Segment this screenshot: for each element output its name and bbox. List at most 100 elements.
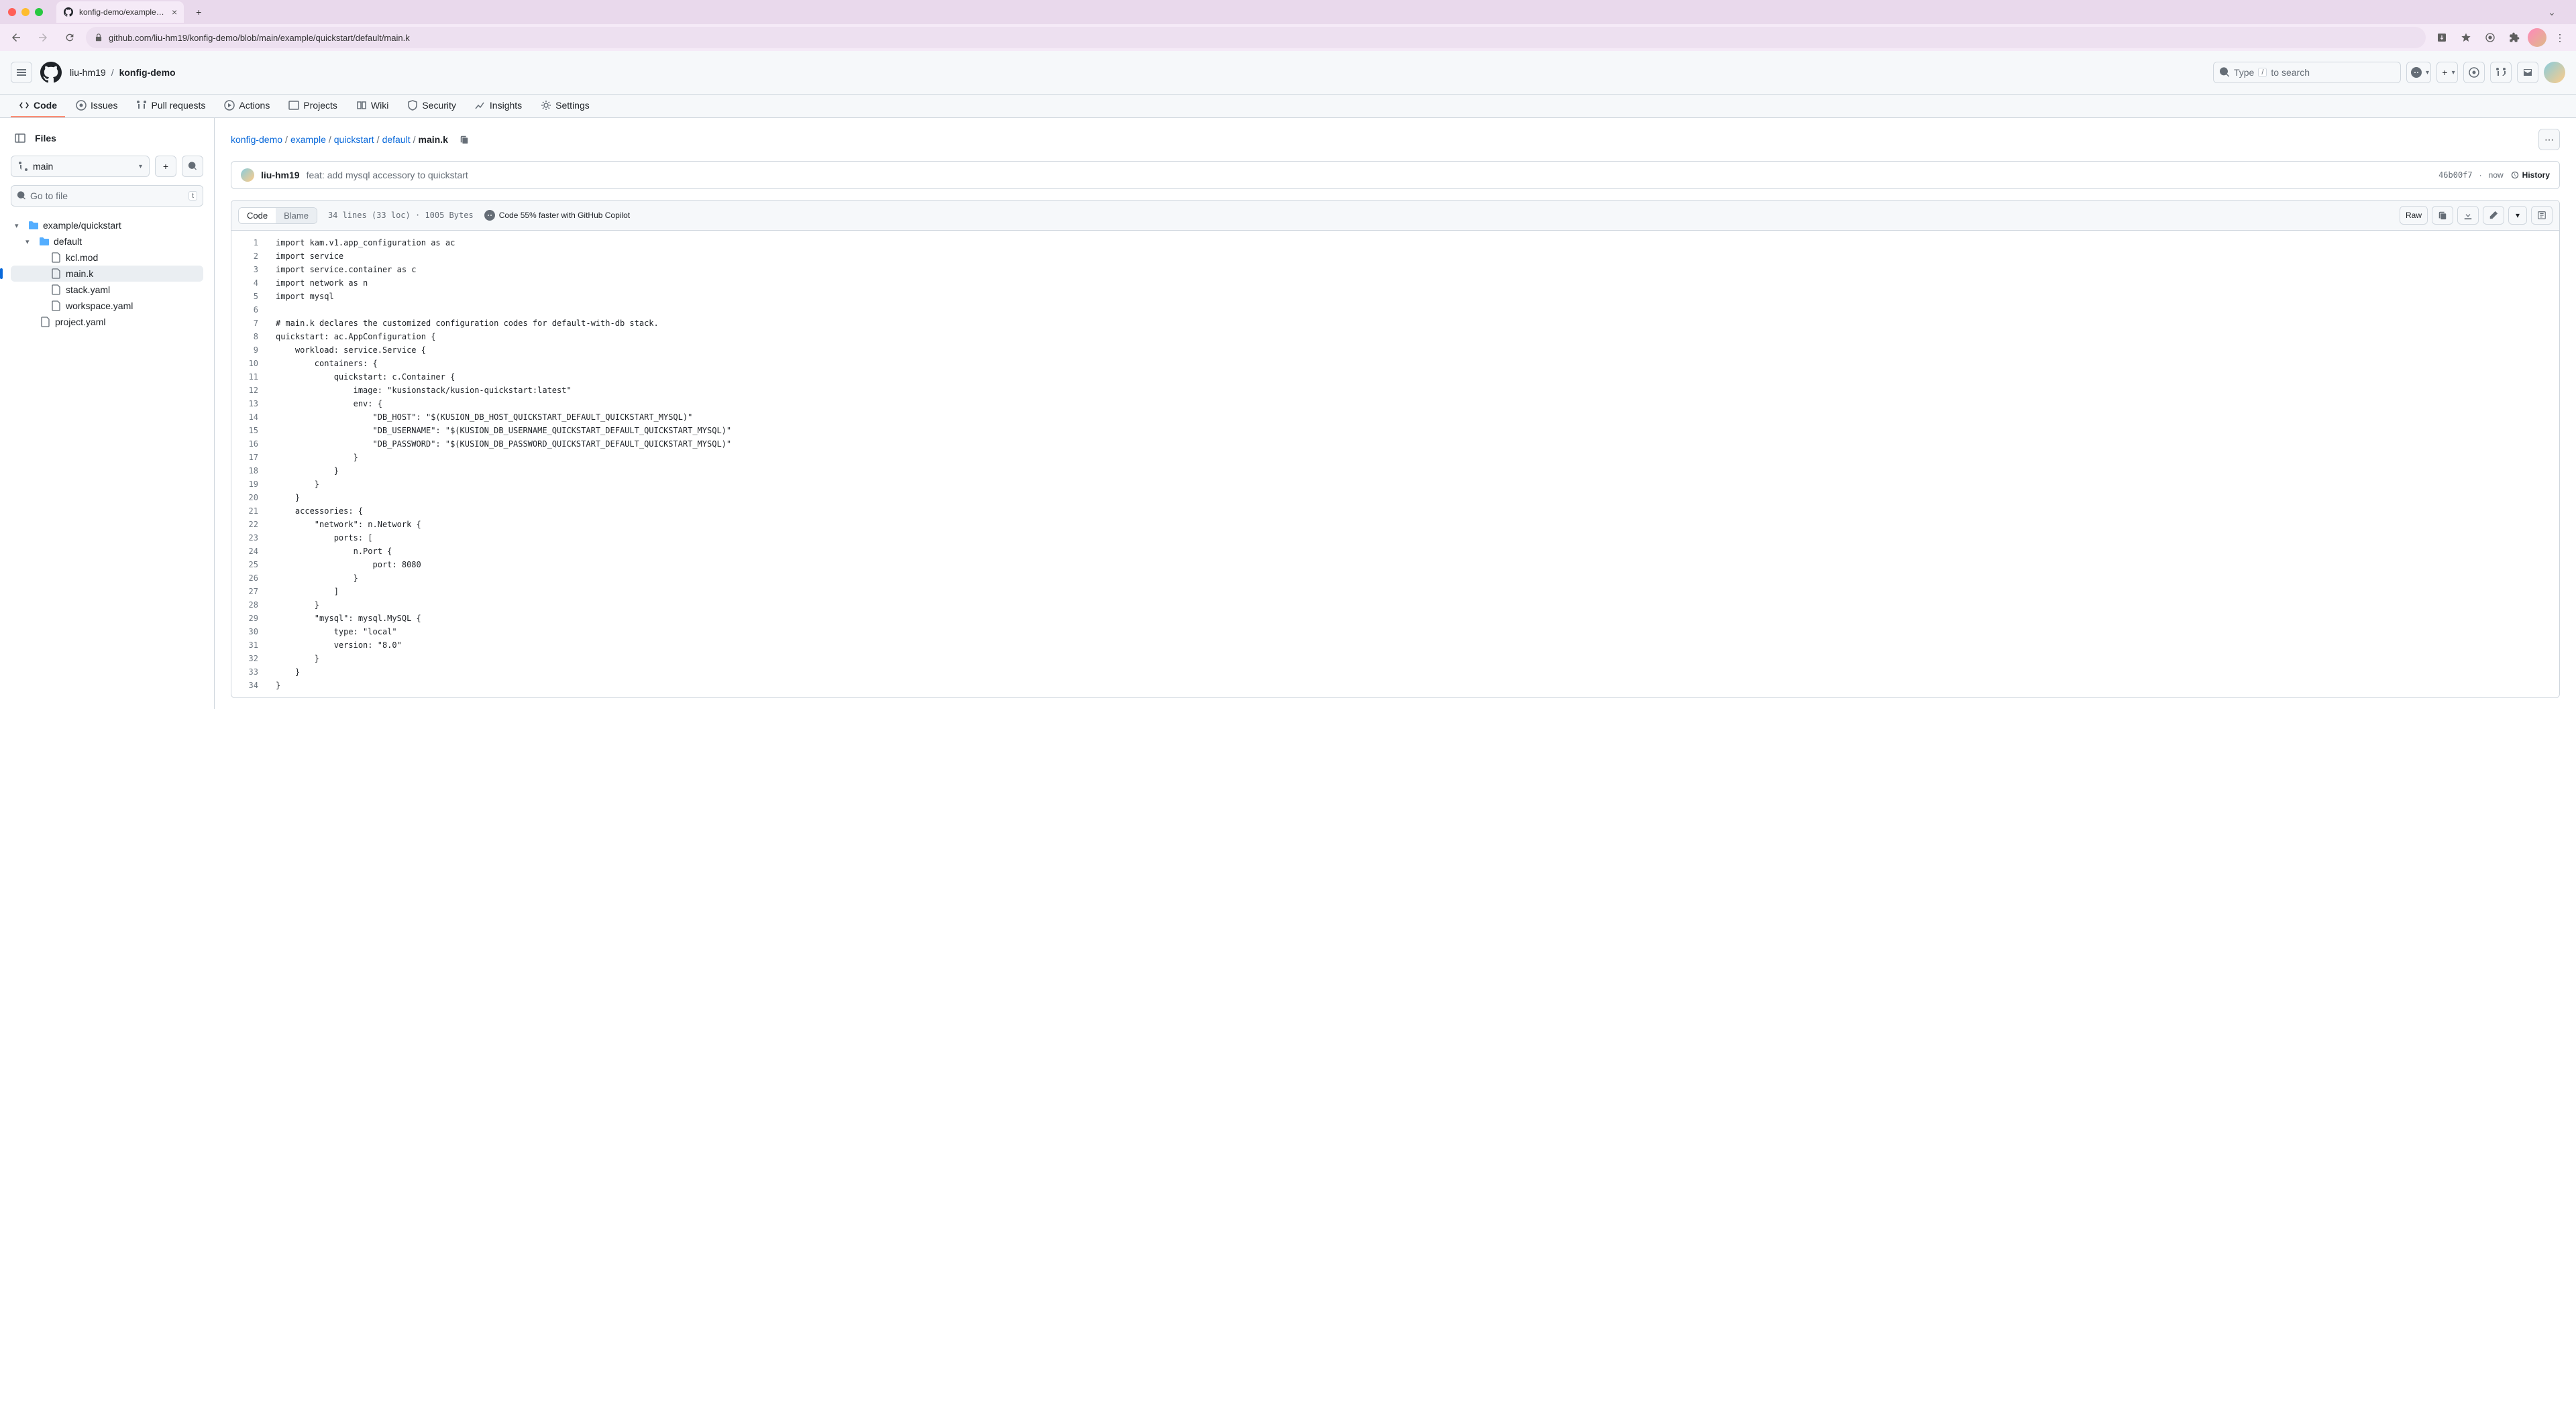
- window-close[interactable]: [8, 8, 16, 16]
- tab-close-icon[interactable]: ×: [172, 7, 177, 17]
- bookmark-icon[interactable]: [2455, 27, 2477, 48]
- path-crumb[interactable]: quickstart: [334, 134, 374, 145]
- file-tree-sidebar: Files main ▾ + Go to file t ▾ example/qu…: [0, 118, 215, 709]
- new-tab-button[interactable]: +: [189, 3, 208, 21]
- site-info-icon[interactable]: [94, 33, 103, 42]
- edit-dropdown[interactable]: ▾: [2508, 206, 2527, 225]
- tree-label: default: [54, 236, 82, 247]
- latest-commit-box: liu-hm19 feat: add mysql accessory to qu…: [231, 161, 2560, 189]
- file-icon: [40, 317, 51, 327]
- line-numbers: 1234567891011121314151617181920212223242…: [231, 231, 265, 697]
- add-button[interactable]: +▾: [2436, 62, 2458, 83]
- symbols-button[interactable]: [2531, 206, 2553, 225]
- url-bar[interactable]: github.com/liu-hm19/konfig-demo/blob/mai…: [86, 27, 2426, 48]
- tree-label: example/quickstart: [43, 220, 121, 231]
- browser-toolbar: github.com/liu-hm19/konfig-demo/blob/mai…: [0, 24, 2576, 51]
- path-crumb[interactable]: default: [382, 134, 411, 145]
- commit-sha[interactable]: 46b00f7: [2438, 170, 2473, 180]
- browser-tab[interactable]: konfig-demo/example/quickst ×: [56, 1, 184, 23]
- window-maximize[interactable]: [35, 8, 43, 16]
- sidebar-toggle-icon[interactable]: [11, 129, 30, 148]
- nav-actions[interactable]: Actions: [216, 95, 278, 117]
- blame-tab[interactable]: Blame: [276, 208, 317, 223]
- extensions-icon[interactable]: [2504, 27, 2525, 48]
- path-crumb[interactable]: konfig-demo: [231, 134, 282, 145]
- tab-title: konfig-demo/example/quickst: [79, 7, 166, 17]
- search-tree-button[interactable]: [182, 156, 203, 177]
- chevron-down-icon: ▾: [25, 237, 35, 246]
- folder-icon: [39, 236, 50, 247]
- user-avatar[interactable]: [2544, 62, 2565, 83]
- issues-button[interactable]: [2463, 62, 2485, 83]
- inbox-button[interactable]: [2517, 62, 2538, 83]
- folder-icon: [28, 220, 39, 231]
- path-crumb-current: main.k: [419, 134, 448, 145]
- chevron-down-icon: ▾: [15, 221, 24, 230]
- copilot-button[interactable]: ▾: [2406, 62, 2431, 83]
- copy-button[interactable]: [2432, 206, 2453, 225]
- repo-breadcrumb: liu-hm19 / konfig-demo: [70, 67, 176, 78]
- nav-pull-requests[interactable]: Pull requests: [128, 95, 213, 117]
- hamburger-menu[interactable]: [11, 62, 32, 83]
- repo-nav: Code Issues Pull requests Actions Projec…: [0, 95, 2576, 118]
- commit-message[interactable]: feat: add mysql accessory to quickstart: [307, 170, 468, 180]
- tree-folder-example[interactable]: ▾ example/quickstart: [11, 217, 203, 233]
- install-app-icon[interactable]: [2431, 27, 2453, 48]
- nav-security[interactable]: Security: [399, 95, 464, 117]
- tree-file-stackyaml[interactable]: stack.yaml: [11, 282, 203, 298]
- file-icon: [51, 252, 62, 263]
- nav-issues[interactable]: Issues: [68, 95, 125, 117]
- code-viewer: Code Blame 34 lines (33 loc) · 1005 Byte…: [231, 200, 2560, 698]
- code-lines[interactable]: import kam.v1.app_configuration as acimp…: [265, 231, 742, 697]
- github-logo[interactable]: [40, 62, 62, 83]
- tree-folder-default[interactable]: ▾ default: [11, 233, 203, 249]
- tree-file-projectyaml[interactable]: project.yaml: [11, 314, 203, 330]
- code-area[interactable]: 1234567891011121314151617181920212223242…: [231, 231, 2559, 697]
- nav-code[interactable]: Code: [11, 95, 65, 117]
- tree-label: kcl.mod: [66, 252, 98, 263]
- path-crumb[interactable]: example: [290, 134, 326, 145]
- branch-select[interactable]: main ▾: [11, 156, 150, 177]
- goto-file-placeholder: Go to file: [30, 190, 68, 201]
- copilot-promo[interactable]: Code 55% faster with GitHub Copilot: [484, 210, 630, 221]
- add-file-button[interactable]: +: [155, 156, 176, 177]
- code-blame-toggle: Code Blame: [238, 207, 317, 224]
- more-options-button[interactable]: ⋯: [2538, 129, 2560, 150]
- tab-strip: konfig-demo/example/quickst × + ⌄: [0, 0, 2576, 24]
- edit-button[interactable]: [2483, 206, 2504, 225]
- goto-file-input[interactable]: Go to file t: [11, 185, 203, 207]
- code-toolbar: Code Blame 34 lines (33 loc) · 1005 Byte…: [231, 201, 2559, 231]
- branch-name: main: [33, 161, 53, 172]
- window-minimize[interactable]: [21, 8, 30, 16]
- prs-button[interactable]: [2490, 62, 2512, 83]
- nav-insights[interactable]: Insights: [467, 95, 530, 117]
- nav-projects[interactable]: Projects: [280, 95, 345, 117]
- tree-label: stack.yaml: [66, 284, 110, 295]
- tree-file-workspaceyaml[interactable]: workspace.yaml: [11, 298, 203, 314]
- owner-link[interactable]: liu-hm19: [70, 67, 106, 78]
- file-path-breadcrumb: konfig-demo/ example/ quickstart/ defaul…: [231, 129, 2560, 150]
- nav-wiki[interactable]: Wiki: [348, 95, 396, 117]
- history-button[interactable]: History: [2510, 170, 2550, 180]
- tree-file-maink[interactable]: main.k: [11, 266, 203, 282]
- code-tab[interactable]: Code: [239, 208, 276, 223]
- file-icon: [51, 284, 62, 295]
- tab-dropdown-icon[interactable]: ⌄: [2541, 1, 2563, 23]
- forward-button[interactable]: [32, 27, 54, 48]
- back-button[interactable]: [5, 27, 27, 48]
- raw-button[interactable]: Raw: [2400, 206, 2428, 225]
- author-avatar[interactable]: [241, 168, 254, 182]
- commit-author[interactable]: liu-hm19: [261, 170, 300, 180]
- commit-time: now: [2489, 170, 2504, 180]
- copy-path-button[interactable]: [456, 131, 472, 148]
- profile-avatar[interactable]: [2528, 28, 2546, 47]
- reload-button[interactable]: [59, 27, 80, 48]
- search-input[interactable]: Type / to search: [2213, 62, 2401, 83]
- tree-label: main.k: [66, 268, 93, 279]
- download-button[interactable]: [2457, 206, 2479, 225]
- nav-settings[interactable]: Settings: [533, 95, 598, 117]
- repo-link[interactable]: konfig-demo: [119, 67, 176, 78]
- browser-menu-icon[interactable]: ⋮: [2549, 27, 2571, 48]
- extension-chrome-icon[interactable]: [2479, 27, 2501, 48]
- tree-file-kclmod[interactable]: kcl.mod: [11, 249, 203, 266]
